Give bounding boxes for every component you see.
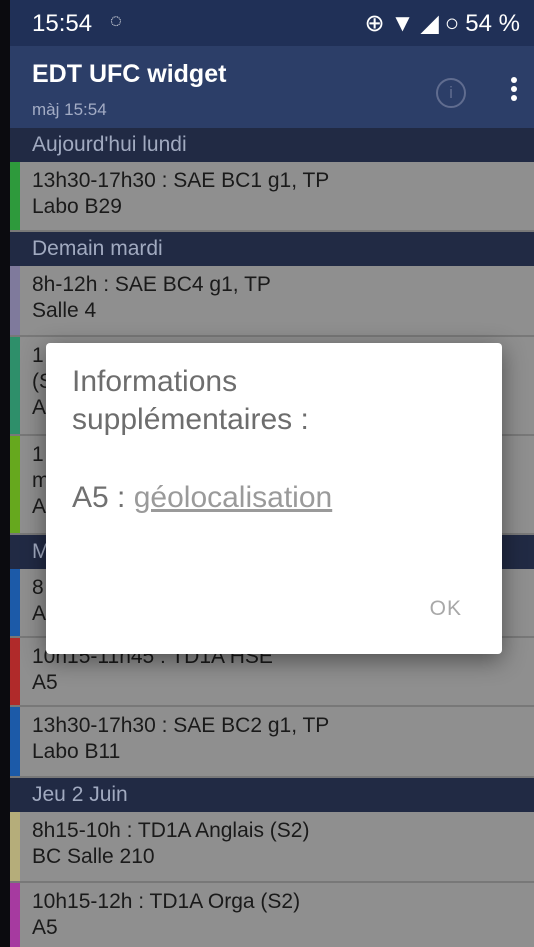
event-time-title: 8h-12h : SAE BC4 g1, TP [32, 273, 271, 296]
event-time-title: 8h15-10h : TD1A Anglais (S2) [32, 819, 310, 842]
event-time-title: 10h15-12h : TD1A Orga (S2) [32, 890, 301, 913]
overflow-menu-icon[interactable] [508, 74, 520, 106]
event-color-bar [10, 707, 20, 776]
event-color-bar [10, 337, 20, 434]
status-icons: ⊕ ▼ ◢ ○ 54 % [364, 9, 520, 38]
event-item[interactable]: 13h30-17h30 : SAE BC1 g1, TP Labo B29 [10, 162, 534, 232]
ok-button[interactable]: OK [430, 597, 462, 621]
event-room: Labo B29 [32, 195, 122, 218]
location-icon: ⊕ [364, 10, 385, 37]
day-header-tomorrow: Demain mardi [10, 232, 534, 266]
dialog-title: Informations supplémentaires : [72, 365, 309, 436]
event-color-bar [10, 638, 20, 705]
event-item[interactable]: 8h15-10h : TD1A Anglais (S2) BC Salle 21… [10, 812, 534, 883]
dialog-separator: : [108, 481, 134, 514]
event-color-bar [10, 266, 20, 335]
dialog-content: A5 : géolocalisation [72, 481, 332, 515]
day-header-today: Aujourd'hui lundi [10, 128, 534, 162]
app-bar: EDT UFC widget màj 15:54 i [10, 46, 534, 128]
battery-percent: 54 % [465, 9, 520, 37]
wifi-icon: ▼ [390, 9, 415, 37]
info-dialog: Informations supplémentaires : A5 : géol… [46, 343, 502, 654]
event-time-title: 13h30-17h30 : SAE BC2 g1, TP [32, 714, 330, 737]
event-room: A5 [32, 916, 58, 939]
event-color-bar [10, 812, 20, 881]
status-time: 15:54 [32, 10, 93, 37]
event-color-bar [10, 569, 20, 636]
event-item[interactable]: 10h15-12h : TD1A Orga (S2) A5 [10, 883, 534, 947]
event-room: BC Salle 210 [32, 845, 155, 868]
event-color-bar [10, 436, 20, 533]
geolocation-link[interactable]: géolocalisation [134, 481, 332, 514]
status-bar: 15:54 ◌ ⊕ ▼ ◢ ○ 54 % [10, 0, 534, 46]
day-header-thursday: Jeu 2 Juin [10, 778, 534, 812]
event-color-bar [10, 162, 20, 230]
info-icon[interactable]: i [436, 78, 466, 108]
app-title: EDT UFC widget [32, 60, 227, 88]
event-room: Labo B11 [32, 740, 121, 763]
event-color-bar [10, 883, 20, 947]
event-room: A5 [32, 671, 58, 694]
phone-screen: 15:54 ◌ ⊕ ▼ ◢ ○ 54 % EDT UFC widget màj … [10, 0, 534, 947]
event-room: Salle 4 [32, 299, 97, 322]
event-item[interactable]: 8h-12h : SAE BC4 g1, TP Salle 4 [10, 266, 534, 337]
event-item[interactable]: 13h30-17h30 : SAE BC2 g1, TP Labo B11 [10, 707, 534, 778]
last-update: màj 15:54 [32, 100, 107, 119]
sync-icon: ◌ [110, 10, 122, 32]
dialog-room: A5 [72, 481, 109, 514]
battery-icon: ○ [444, 9, 460, 37]
event-time-title: 13h30-17h30 : SAE BC1 g1, TP [32, 169, 330, 192]
signal-icon: ◢ [420, 10, 439, 37]
